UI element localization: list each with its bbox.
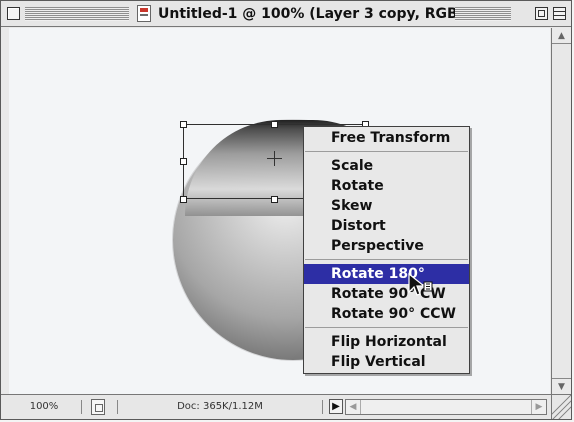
menu-separator bbox=[305, 259, 468, 260]
menu-item-perspective[interactable]: Perspective bbox=[304, 236, 469, 256]
menu-item-distort[interactable]: Distort bbox=[304, 216, 469, 236]
vertical-scrollbar[interactable]: ▲ ▼ bbox=[551, 28, 571, 394]
status-info-arrow-icon[interactable]: ▶ bbox=[329, 399, 343, 414]
menu-item-skew[interactable]: Skew bbox=[304, 196, 469, 216]
menu-item-scale[interactable]: Scale bbox=[304, 156, 469, 176]
menu-item-rotate-90-cw[interactable]: Rotate 90° CW bbox=[304, 284, 469, 304]
menu-item-free-transform[interactable]: Free Transform bbox=[304, 128, 469, 148]
photoshop-document-window: Untitled-1 @ 100% (Layer 3 copy, RGB) ▲ … bbox=[0, 0, 572, 420]
scroll-up-arrow-icon[interactable]: ▲ bbox=[552, 28, 571, 44]
scroll-left-arrow-icon[interactable]: ◀ bbox=[346, 400, 361, 414]
document-size-info: Doc: 365K/1.12M bbox=[117, 400, 323, 414]
zoom-percentage-field[interactable]: 100% bbox=[7, 400, 82, 414]
transform-handle-top-middle[interactable] bbox=[271, 121, 278, 128]
status-bar: 100% Doc: 365K/1.12M ▶ ◀ ▶ bbox=[1, 394, 571, 419]
menu-item-rotate[interactable]: Rotate bbox=[304, 176, 469, 196]
transform-handle-top-left[interactable] bbox=[180, 121, 187, 128]
title-bar-stripes-right bbox=[455, 7, 511, 21]
title-bar-stripes-left bbox=[25, 7, 129, 21]
scroll-down-arrow-icon[interactable]: ▼ bbox=[552, 378, 571, 394]
transform-handle-bottom-middle[interactable] bbox=[271, 196, 278, 203]
window-title: Untitled-1 @ 100% (Layer 3 copy, RGB) bbox=[158, 5, 465, 23]
collapse-box-icon[interactable] bbox=[553, 7, 566, 20]
horizontal-scrollbar[interactable]: ◀ ▶ bbox=[345, 399, 547, 415]
menu-item-rotate-180[interactable]: Rotate 180° bbox=[304, 264, 469, 284]
transform-handle-middle-left[interactable] bbox=[180, 158, 187, 165]
menu-item-flip-vertical[interactable]: Flip Vertical bbox=[304, 352, 469, 372]
document-title-icon bbox=[137, 5, 151, 22]
menu-separator bbox=[305, 151, 468, 152]
document-icon[interactable] bbox=[91, 399, 105, 415]
transform-center-point[interactable] bbox=[267, 151, 282, 166]
close-box-icon[interactable] bbox=[7, 7, 20, 20]
context-menu-cursor-icon bbox=[408, 273, 433, 296]
transform-handle-bottom-left[interactable] bbox=[180, 196, 187, 203]
menu-item-rotate-90-ccw[interactable]: Rotate 90° CCW bbox=[304, 304, 469, 324]
menu-item-flip-horizontal[interactable]: Flip Horizontal bbox=[304, 332, 469, 352]
title-bar[interactable]: Untitled-1 @ 100% (Layer 3 copy, RGB) bbox=[1, 1, 571, 27]
transform-context-menu: Free Transform Scale Rotate Skew Distort… bbox=[303, 126, 470, 374]
resize-grow-box-icon[interactable] bbox=[551, 395, 571, 419]
menu-separator bbox=[305, 327, 468, 328]
scroll-right-arrow-icon[interactable]: ▶ bbox=[531, 400, 546, 414]
zoom-box-icon[interactable] bbox=[535, 7, 548, 20]
